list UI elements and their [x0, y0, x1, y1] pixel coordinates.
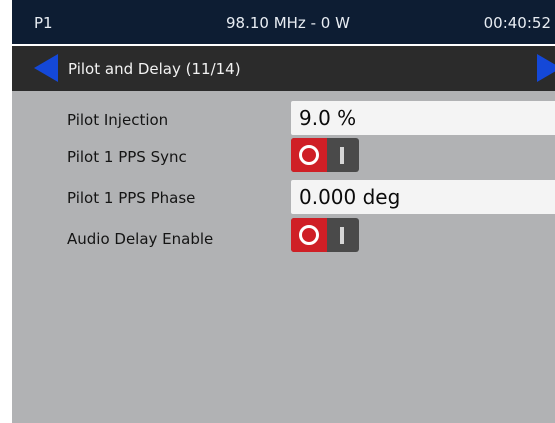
settings-panel: Pilot Injection 9.0 % Pilot 1 PPS Sync P… — [12, 91, 555, 423]
toggle-on-indicator-icon — [340, 147, 344, 164]
pilot-pps-sync-toggle[interactable] — [291, 138, 359, 172]
left-arrow-icon[interactable] — [34, 54, 58, 82]
clock: 00:40:52 — [483, 14, 551, 32]
audio-delay-enable-label: Audio Delay Enable — [67, 230, 214, 248]
frequency-power-readout: 98.10 MHz - 0 W — [226, 14, 350, 32]
right-arrow-icon[interactable] — [537, 54, 555, 82]
pilot-pps-phase-field[interactable]: 0.000 deg — [291, 180, 555, 214]
pilot-injection-field[interactable]: 9.0 % — [291, 101, 555, 135]
page-nav-bar: Pilot and Delay (11/14) — [12, 46, 555, 91]
pilot-pps-phase-label: Pilot 1 PPS Phase — [67, 189, 196, 207]
pilot-injection-label: Pilot Injection — [67, 111, 169, 129]
program-indicator: P1 — [34, 14, 53, 32]
toggle-off-knob — [291, 218, 327, 252]
status-bar: P1 98.10 MHz - 0 W 00:40:52 — [12, 0, 555, 44]
audio-delay-enable-toggle[interactable] — [291, 218, 359, 252]
toggle-on-indicator-icon — [340, 227, 344, 244]
page-title: Pilot and Delay (11/14) — [68, 60, 241, 78]
pilot-pps-sync-label: Pilot 1 PPS Sync — [67, 148, 187, 166]
toggle-off-knob — [291, 138, 327, 172]
power-off-icon — [299, 145, 319, 165]
screen: P1 98.10 MHz - 0 W 00:40:52 Pilot and De… — [0, 0, 555, 423]
power-off-icon — [299, 225, 319, 245]
